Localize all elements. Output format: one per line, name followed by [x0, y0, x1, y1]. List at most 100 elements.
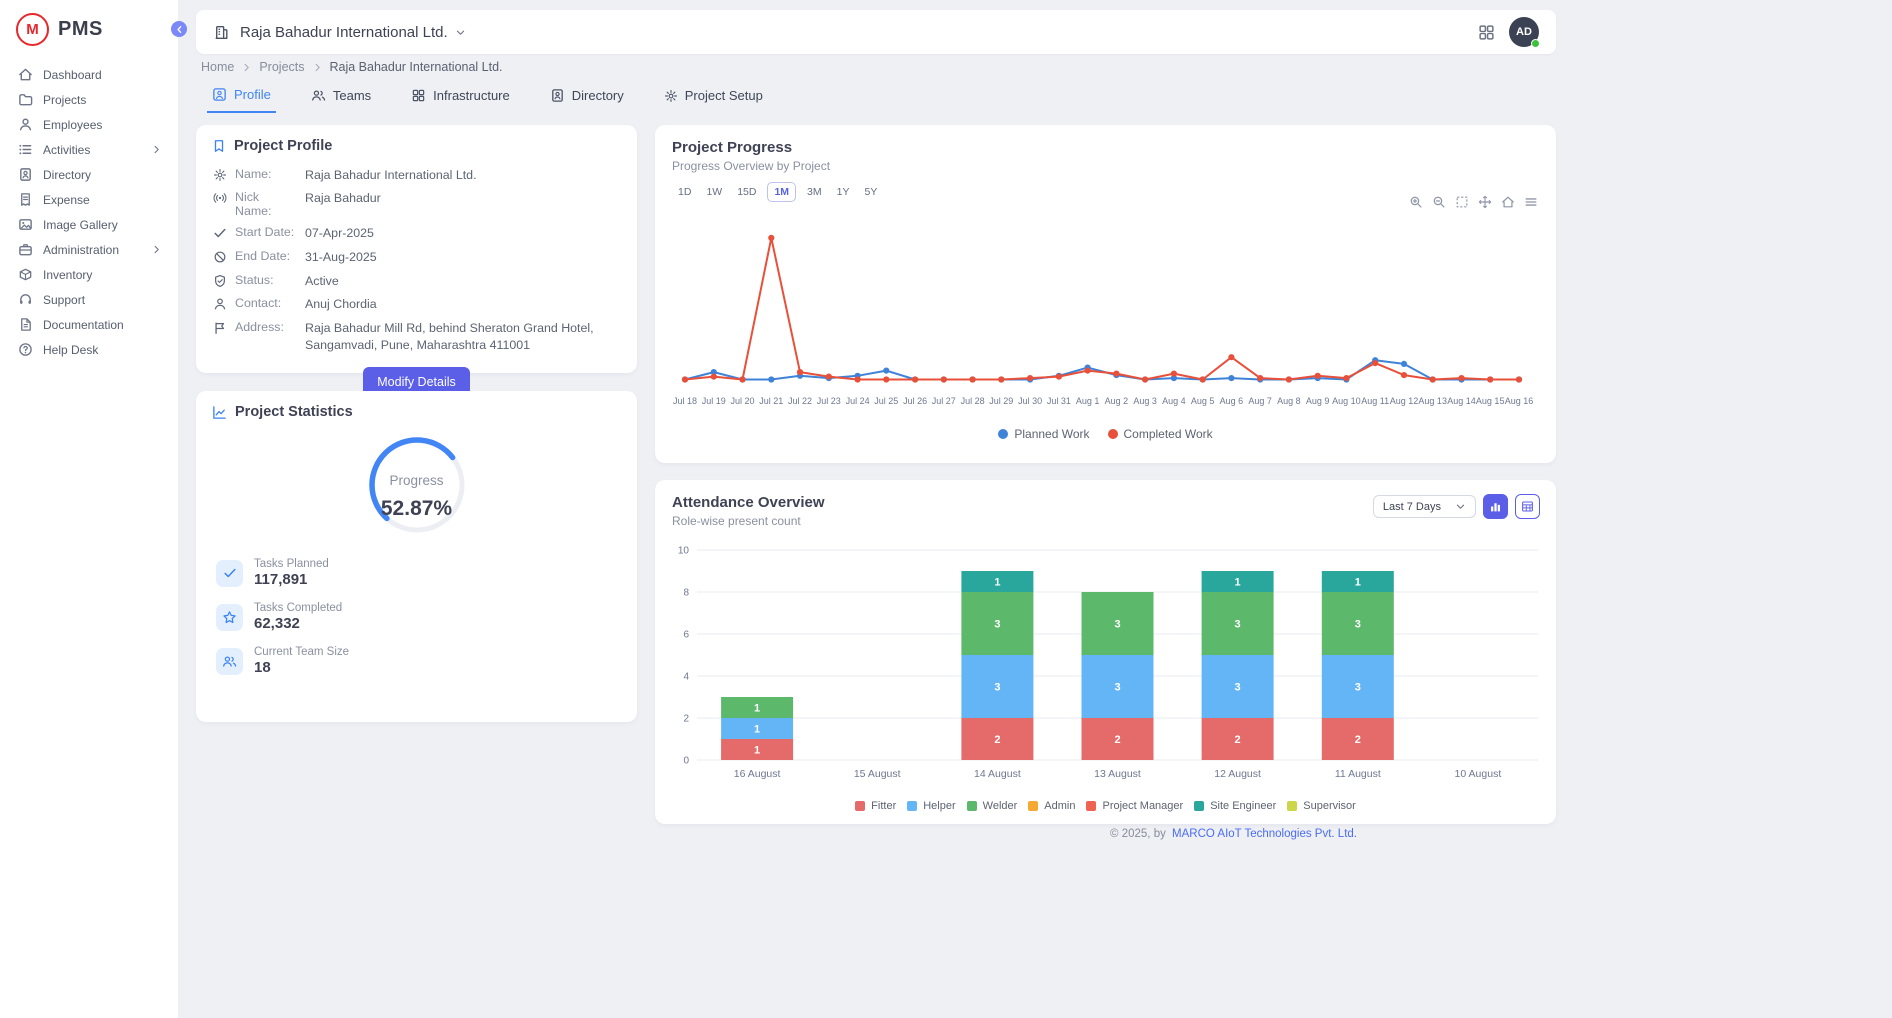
breadcrumb-item-projects[interactable]: Projects	[259, 60, 304, 74]
legend-label: Admin	[1044, 800, 1075, 812]
sidebar-item-label: Expense	[43, 193, 90, 207]
table-view-button[interactable]	[1515, 494, 1540, 519]
support-icon	[18, 292, 33, 307]
pan-icon[interactable]	[1478, 195, 1492, 209]
legend-item-fitter[interactable]: Fitter	[855, 800, 896, 812]
date-range-select[interactable]: Last 7 Days	[1373, 495, 1476, 518]
svg-text:Jul 29: Jul 29	[989, 396, 1013, 406]
online-status-dot	[1531, 39, 1540, 48]
sidebar-item-projects[interactable]: Projects	[0, 87, 178, 112]
range-1y-button[interactable]: 1Y	[833, 183, 854, 201]
apps-grid-icon[interactable]	[1478, 24, 1495, 41]
profile-field-status: Status:Active	[196, 269, 637, 293]
svg-text:Aug 16: Aug 16	[1505, 396, 1534, 406]
breadcrumb-item-raja-bahadur-international-ltd[interactable]: Raja Bahadur International Ltd.	[330, 60, 503, 74]
svg-text:Jul 31: Jul 31	[1047, 396, 1071, 406]
star-icon	[216, 604, 243, 631]
svg-text:10 August: 10 August	[1455, 768, 1502, 780]
legend-swatch	[998, 429, 1008, 439]
app-logo[interactable]: M PMS	[0, 0, 178, 56]
sidebar-item-activities[interactable]: Activities	[0, 137, 178, 162]
range-1w-button[interactable]: 1W	[702, 183, 726, 201]
directory-icon	[18, 167, 33, 182]
chart-view-button[interactable]	[1483, 494, 1508, 519]
legend-swatch	[907, 801, 917, 811]
svg-text:Aug 11: Aug 11	[1361, 396, 1389, 406]
field-label: Status:	[235, 273, 297, 287]
range-1d-button[interactable]: 1D	[674, 183, 695, 201]
profile-field-end-date: End Date:31-Aug-2025	[196, 245, 637, 269]
company-link[interactable]: MARCO AIoT Technologies Pvt. Ltd.	[1172, 828, 1357, 840]
home-icon[interactable]	[1501, 195, 1515, 209]
legend-swatch	[1028, 801, 1038, 811]
sidebar: M PMS DashboardProjectsEmployees Activiti…	[0, 0, 178, 1018]
sidebar-item-help-desk[interactable]: Help Desk	[0, 337, 178, 362]
sidebar-item-inventory[interactable]: Inventory	[0, 262, 178, 287]
pms-logo-icon: M	[16, 13, 49, 46]
id-badge-icon	[550, 88, 565, 103]
check-icon	[216, 560, 243, 587]
chevron-down-icon[interactable]	[455, 27, 466, 38]
legend-item-completed-work[interactable]: Completed Work	[1108, 427, 1213, 441]
range-5y-button[interactable]: 5Y	[860, 183, 881, 201]
legend-swatch	[1108, 429, 1118, 439]
tab-project-setup[interactable]: Project Setup	[659, 85, 768, 113]
tab-profile[interactable]: Profile	[207, 85, 276, 113]
sidebar-item-dashboard[interactable]: Dashboard	[0, 62, 178, 87]
company-selector[interactable]: Raja Bahadur International Ltd.	[240, 24, 448, 41]
stat-label: Tasks Completed	[254, 602, 342, 614]
sidebar-item-label: Support	[43, 293, 85, 307]
selection-icon[interactable]	[1455, 195, 1469, 209]
sidebar-item-administration[interactable]: Administration	[0, 237, 178, 262]
svg-text:13 August: 13 August	[1094, 768, 1141, 780]
legend-item-welder[interactable]: Welder	[967, 800, 1018, 812]
sidebar-item-label: Image Gallery	[43, 218, 118, 232]
tab-directory[interactable]: Directory	[545, 85, 629, 113]
legend-item-planned-work[interactable]: Planned Work	[998, 427, 1089, 441]
pms-dashboard: M PMS DashboardProjectsEmployeesActiviti…	[0, 0, 1892, 1018]
gallery-icon	[18, 217, 33, 232]
range-15d-button[interactable]: 15D	[733, 183, 760, 201]
zoom-in-icon[interactable]	[1409, 195, 1423, 209]
legend-label: Site Engineer	[1210, 800, 1276, 812]
svg-text:Jul 23: Jul 23	[817, 396, 841, 406]
menu-icon[interactable]	[1524, 195, 1538, 209]
field-value: Raja Bahadur International Ltd.	[305, 167, 477, 184]
documentation-icon	[18, 317, 33, 332]
gauge-value: 52.87%	[361, 497, 473, 521]
breadcrumb-item-home[interactable]: Home	[201, 60, 234, 74]
app-logo-text: PMS	[58, 18, 103, 41]
sidebar-item-documentation[interactable]: Documentation	[0, 312, 178, 337]
ban-icon	[212, 250, 227, 264]
zoom-out-icon[interactable]	[1432, 195, 1446, 209]
legend-item-supervisor[interactable]: Supervisor	[1287, 800, 1356, 812]
range-1m-button[interactable]: 1M	[767, 182, 796, 202]
users-icon	[216, 648, 243, 675]
tab-teams[interactable]: Teams	[306, 85, 376, 113]
sidebar-item-image-gallery[interactable]: Image Gallery	[0, 212, 178, 237]
sidebar-item-label: Documentation	[43, 318, 124, 332]
legend-item-admin[interactable]: Admin	[1028, 800, 1075, 812]
profile-card-title-row: Project Profile	[196, 125, 637, 163]
card-title: Project Statistics	[235, 404, 353, 420]
sidebar-item-expense[interactable]: Expense	[0, 187, 178, 212]
header-actions: AD	[1478, 17, 1539, 47]
legend-item-site-engineer[interactable]: Site Engineer	[1194, 800, 1276, 812]
shield-icon	[212, 274, 227, 288]
user-avatar[interactable]: AD	[1509, 17, 1539, 47]
breadcrumb: Home Projects Raja Bahadur International L…	[201, 60, 503, 74]
legend-item-project-manager[interactable]: Project Manager	[1086, 800, 1183, 812]
sidebar-item-label: Activities	[43, 143, 90, 157]
sidebar-collapse-button[interactable]	[171, 21, 187, 37]
sidebar-item-employees[interactable]: Employees	[0, 112, 178, 137]
range-3m-button[interactable]: 3M	[803, 183, 826, 201]
check-icon	[212, 226, 227, 240]
stat-text: Tasks Completed62,332	[254, 602, 342, 632]
sidebar-item-directory[interactable]: Directory	[0, 162, 178, 187]
tab-infrastructure[interactable]: Infrastructure	[406, 85, 515, 113]
field-label: Nick Name:	[235, 190, 297, 218]
profile-field-name: Name:Raja Bahadur International Ltd.	[196, 163, 637, 187]
gauge-label: Progress	[361, 473, 473, 488]
legend-item-helper[interactable]: Helper	[907, 800, 955, 812]
sidebar-item-support[interactable]: Support	[0, 287, 178, 312]
